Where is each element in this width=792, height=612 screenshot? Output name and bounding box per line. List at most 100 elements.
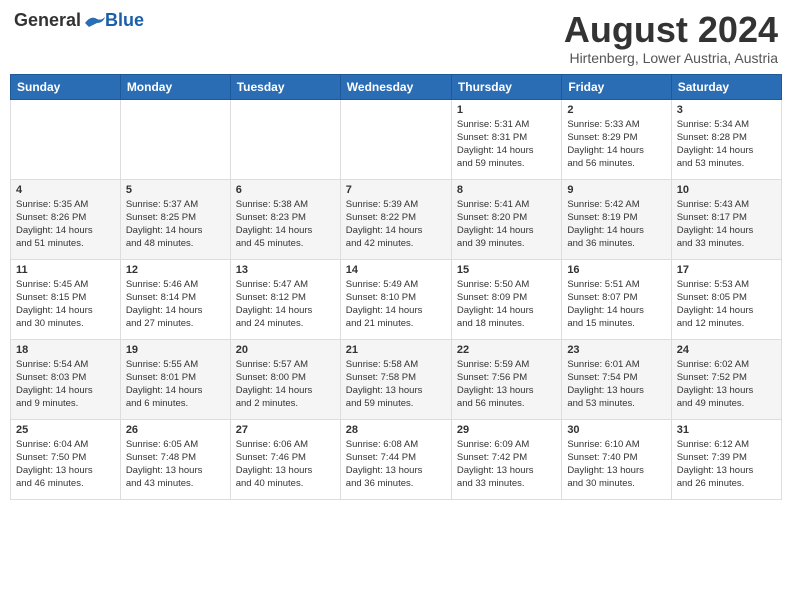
- day-number: 21: [346, 344, 446, 356]
- day-number: 4: [16, 184, 115, 196]
- calendar-day-cell: 8 Sunrise: 5:41 AM Sunset: 8:20 PM Daylig…: [451, 179, 561, 259]
- day-info: Sunrise: 5:47 AM Sunset: 8:12 PM Dayligh…: [236, 278, 335, 331]
- day-info: Sunrise: 5:45 AM Sunset: 8:15 PM Dayligh…: [16, 278, 115, 331]
- logo-blue-text: Blue: [105, 10, 144, 31]
- day-number: 5: [126, 184, 225, 196]
- weekday-header-saturday: Saturday: [671, 74, 781, 99]
- calendar-day-cell: 1Sunrise: 5:31 AM Sunset: 8:31 PM Daylig…: [451, 99, 561, 179]
- day-info: Sunrise: 5:33 AM Sunset: 8:29 PM Dayligh…: [567, 118, 665, 171]
- day-info: Sunrise: 5:59 AM Sunset: 7:56 PM Dayligh…: [457, 358, 556, 411]
- calendar-day-cell: 19 Sunrise: 5:55 AM Sunset: 8:01 PM Dayli…: [120, 339, 230, 419]
- calendar-day-cell: 25 Sunrise: 6:04 AM Sunset: 7:50 PM Dayli…: [11, 419, 121, 499]
- calendar-day-cell: 16 Sunrise: 5:51 AM Sunset: 8:07 PM Dayli…: [562, 259, 671, 339]
- day-info: Sunrise: 5:31 AM Sunset: 8:31 PM Dayligh…: [457, 118, 556, 171]
- weekday-header-tuesday: Tuesday: [230, 74, 340, 99]
- day-number: 3: [677, 104, 776, 116]
- day-number: 28: [346, 424, 446, 436]
- day-info: Sunrise: 5:49 AM Sunset: 8:10 PM Dayligh…: [346, 278, 446, 331]
- calendar-day-cell: 7Sunrise: 5:39 AM Sunset: 8:22 PM Daylig…: [340, 179, 451, 259]
- calendar-day-cell: 3Sunrise: 5:34 AM Sunset: 8:28 PM Daylig…: [671, 99, 781, 179]
- day-number: 8: [457, 184, 556, 196]
- day-number: 18: [16, 344, 115, 356]
- page-header: General Blue August 2024 Hirtenberg, Low…: [10, 10, 782, 66]
- calendar-day-cell: 10 Sunrise: 5:43 AM Sunset: 8:17 PM Dayli…: [671, 179, 781, 259]
- day-info: Sunrise: 5:50 AM Sunset: 8:09 PM Dayligh…: [457, 278, 556, 331]
- day-info: Sunrise: 5:46 AM Sunset: 8:14 PM Dayligh…: [126, 278, 225, 331]
- day-info: Sunrise: 6:09 AM Sunset: 7:42 PM Dayligh…: [457, 438, 556, 491]
- calendar-day-cell: 28 Sunrise: 6:08 AM Sunset: 7:44 PM Dayli…: [340, 419, 451, 499]
- day-info: Sunrise: 6:08 AM Sunset: 7:44 PM Dayligh…: [346, 438, 446, 491]
- day-info: Sunrise: 5:37 AM Sunset: 8:25 PM Dayligh…: [126, 198, 225, 251]
- calendar-day-cell: 9 Sunrise: 5:42 AM Sunset: 8:19 PM Daylig…: [562, 179, 671, 259]
- day-info: Sunrise: 5:53 AM Sunset: 8:05 PM Dayligh…: [677, 278, 776, 331]
- day-info: Sunrise: 5:51 AM Sunset: 8:07 PM Dayligh…: [567, 278, 665, 331]
- calendar-day-cell: 30 Sunrise: 6:10 AM Sunset: 7:40 PM Dayli…: [562, 419, 671, 499]
- calendar-week-row: 25 Sunrise: 6:04 AM Sunset: 7:50 PM Dayli…: [11, 419, 782, 499]
- day-number: 20: [236, 344, 335, 356]
- calendar-day-cell: 15 Sunrise: 5:50 AM Sunset: 8:09 PM Dayli…: [451, 259, 561, 339]
- day-number: 15: [457, 264, 556, 276]
- calendar-day-cell: 12 Sunrise: 5:46 AM Sunset: 8:14 PM Dayli…: [120, 259, 230, 339]
- day-number: 13: [236, 264, 335, 276]
- day-info: Sunrise: 5:35 AM Sunset: 8:26 PM Dayligh…: [16, 198, 115, 251]
- calendar-week-row: 1Sunrise: 5:31 AM Sunset: 8:31 PM Daylig…: [11, 99, 782, 179]
- day-info: Sunrise: 6:10 AM Sunset: 7:40 PM Dayligh…: [567, 438, 665, 491]
- day-info: Sunrise: 5:54 AM Sunset: 8:03 PM Dayligh…: [16, 358, 115, 411]
- calendar-day-cell: 20Sunrise: 5:57 AM Sunset: 8:00 PM Dayli…: [230, 339, 340, 419]
- logo-bird-icon: [83, 13, 105, 29]
- day-info: Sunrise: 6:06 AM Sunset: 7:46 PM Dayligh…: [236, 438, 335, 491]
- calendar-day-cell: 11 Sunrise: 5:45 AM Sunset: 8:15 PM Dayli…: [11, 259, 121, 339]
- day-number: 29: [457, 424, 556, 436]
- calendar-day-cell: [120, 99, 230, 179]
- calendar-day-cell: 27 Sunrise: 6:06 AM Sunset: 7:46 PM Dayli…: [230, 419, 340, 499]
- calendar-day-cell: 4 Sunrise: 5:35 AM Sunset: 8:26 PM Daylig…: [11, 179, 121, 259]
- day-number: 2: [567, 104, 665, 116]
- day-number: 10: [677, 184, 776, 196]
- day-number: 30: [567, 424, 665, 436]
- day-number: 14: [346, 264, 446, 276]
- calendar-day-cell: 14 Sunrise: 5:49 AM Sunset: 8:10 PM Dayli…: [340, 259, 451, 339]
- calendar-day-cell: 13 Sunrise: 5:47 AM Sunset: 8:12 PM Dayli…: [230, 259, 340, 339]
- day-number: 16: [567, 264, 665, 276]
- calendar-day-cell: 22 Sunrise: 5:59 AM Sunset: 7:56 PM Dayli…: [451, 339, 561, 419]
- day-number: 22: [457, 344, 556, 356]
- calendar-week-row: 11 Sunrise: 5:45 AM Sunset: 8:15 PM Dayli…: [11, 259, 782, 339]
- day-number: 23: [567, 344, 665, 356]
- calendar-day-cell: 24Sunrise: 6:02 AM Sunset: 7:52 PM Dayli…: [671, 339, 781, 419]
- day-number: 11: [16, 264, 115, 276]
- weekday-header-thursday: Thursday: [451, 74, 561, 99]
- day-info: Sunrise: 5:41 AM Sunset: 8:20 PM Dayligh…: [457, 198, 556, 251]
- day-number: 9: [567, 184, 665, 196]
- day-number: 6: [236, 184, 335, 196]
- day-number: 31: [677, 424, 776, 436]
- calendar-week-row: 4 Sunrise: 5:35 AM Sunset: 8:26 PM Daylig…: [11, 179, 782, 259]
- day-info: Sunrise: 5:43 AM Sunset: 8:17 PM Dayligh…: [677, 198, 776, 251]
- day-number: 19: [126, 344, 225, 356]
- calendar-day-cell: 5 Sunrise: 5:37 AM Sunset: 8:25 PM Daylig…: [120, 179, 230, 259]
- day-info: Sunrise: 6:01 AM Sunset: 7:54 PM Dayligh…: [567, 358, 665, 411]
- day-number: 24: [677, 344, 776, 356]
- calendar-header-row: SundayMondayTuesdayWednesdayThursdayFrid…: [11, 74, 782, 99]
- location-title: Hirtenberg, Lower Austria, Austria: [564, 50, 778, 66]
- month-title: August 2024: [564, 10, 778, 50]
- calendar-day-cell: 26Sunrise: 6:05 AM Sunset: 7:48 PM Dayli…: [120, 419, 230, 499]
- weekday-header-monday: Monday: [120, 74, 230, 99]
- logo: General Blue: [14, 10, 144, 31]
- day-number: 27: [236, 424, 335, 436]
- day-info: Sunrise: 5:55 AM Sunset: 8:01 PM Dayligh…: [126, 358, 225, 411]
- day-info: Sunrise: 6:04 AM Sunset: 7:50 PM Dayligh…: [16, 438, 115, 491]
- calendar-day-cell: 21 Sunrise: 5:58 AM Sunset: 7:58 PM Dayli…: [340, 339, 451, 419]
- day-info: Sunrise: 6:12 AM Sunset: 7:39 PM Dayligh…: [677, 438, 776, 491]
- day-number: 25: [16, 424, 115, 436]
- day-info: Sunrise: 6:05 AM Sunset: 7:48 PM Dayligh…: [126, 438, 225, 491]
- weekday-header-sunday: Sunday: [11, 74, 121, 99]
- day-number: 12: [126, 264, 225, 276]
- day-info: Sunrise: 5:58 AM Sunset: 7:58 PM Dayligh…: [346, 358, 446, 411]
- calendar-day-cell: 29 Sunrise: 6:09 AM Sunset: 7:42 PM Dayli…: [451, 419, 561, 499]
- day-info: Sunrise: 5:42 AM Sunset: 8:19 PM Dayligh…: [567, 198, 665, 251]
- calendar-table: SundayMondayTuesdayWednesdayThursdayFrid…: [10, 74, 782, 500]
- logo-general-text: General: [14, 10, 81, 31]
- title-block: August 2024 Hirtenberg, Lower Austria, A…: [564, 10, 778, 66]
- day-number: 7: [346, 184, 446, 196]
- weekday-header-wednesday: Wednesday: [340, 74, 451, 99]
